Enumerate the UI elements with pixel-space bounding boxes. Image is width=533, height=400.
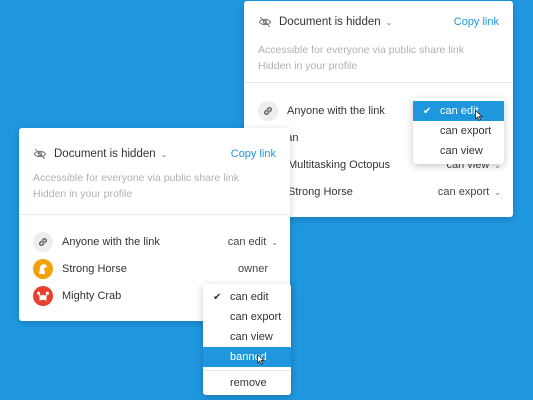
menu-item-can-view[interactable]: can view xyxy=(413,141,504,161)
share-row-anyone: Anyone with the link can edit ⌄ xyxy=(33,231,278,253)
share-row-name: Anyone with the link xyxy=(62,236,160,248)
link-icon xyxy=(33,232,53,252)
menu-item-can-edit[interactable]: ✔ can edit xyxy=(413,101,504,121)
visibility-description: Accessible for everyone via public share… xyxy=(33,170,276,202)
checkmark-icon: ✔ xyxy=(213,291,222,303)
eye-slash-icon xyxy=(33,148,47,160)
menu-item-can-edit[interactable]: ✔ can edit xyxy=(203,287,291,307)
chevron-down-icon[interactable]: ⌄ xyxy=(161,150,168,159)
visibility-dropdown[interactable]: Document is hidden xyxy=(54,148,156,160)
share-row-name: Anyone with the link xyxy=(287,105,385,117)
chevron-down-icon[interactable]: ⌄ xyxy=(386,18,393,27)
permission-label: can edit xyxy=(227,236,267,248)
permission-label: owner xyxy=(238,263,268,275)
share-row-name: Strong Horse xyxy=(288,186,353,198)
permission-dropdown[interactable]: can export ⌄ xyxy=(438,186,501,198)
copy-link-button[interactable]: Copy link xyxy=(231,148,276,160)
menu-divider xyxy=(203,370,291,371)
permission-label: can export xyxy=(437,186,490,198)
menu-item-can-view[interactable]: can view xyxy=(203,327,291,347)
divider xyxy=(244,82,513,83)
share-row-name: Multitasking Octopus xyxy=(288,159,391,171)
share-row-name: Mighty Crab xyxy=(62,290,122,302)
copy-link-button[interactable]: Copy link xyxy=(454,16,499,28)
menu-item-label: remove xyxy=(230,377,267,389)
share-row-horse: Strong Horse owner xyxy=(33,258,278,280)
horse-avatar-icon xyxy=(33,259,53,279)
mouse-cursor-icon xyxy=(257,354,265,365)
checkmark-icon: ✔ xyxy=(423,105,432,117)
share-row-name: Strong Horse xyxy=(62,263,127,275)
profile-note: Hidden in your profile xyxy=(258,60,358,72)
profile-note: Hidden in your profile xyxy=(33,188,133,200)
menu-item-label: can export xyxy=(440,125,492,137)
eye-slash-icon xyxy=(258,16,272,28)
mouse-cursor-icon xyxy=(475,110,483,121)
visibility-dropdown[interactable]: Document is hidden xyxy=(279,16,381,28)
menu-item-banned[interactable]: banned xyxy=(203,347,291,367)
public-link-note: Accessible for everyone via public share… xyxy=(33,172,240,184)
crab-avatar-icon xyxy=(33,286,53,306)
menu-item-can-export[interactable]: can export xyxy=(413,121,504,141)
panel-header: Document is hidden ⌄ Copy link xyxy=(258,13,499,31)
visibility-description: Accessible for everyone via public share… xyxy=(258,42,499,74)
menu-item-label: can export xyxy=(230,311,282,323)
public-link-note: Accessible for everyone via public share… xyxy=(258,44,465,56)
share-row-horse: Strong Horse can export ⌄ xyxy=(258,181,501,203)
menu-item-label: can view xyxy=(440,145,483,157)
permission-menu-front: ✔ can edit can export can view banned re… xyxy=(203,284,291,395)
divider xyxy=(19,214,290,215)
chevron-down-icon: ⌄ xyxy=(271,237,278,247)
chevron-down-icon: ⌄ xyxy=(494,187,501,197)
menu-item-can-export[interactable]: can export xyxy=(203,307,291,327)
link-icon xyxy=(258,101,278,121)
menu-item-remove[interactable]: remove xyxy=(203,373,291,393)
panel-header: Document is hidden ⌄ Copy link xyxy=(33,145,276,163)
permission-dropdown[interactable]: can edit ⌄ xyxy=(228,236,278,248)
menu-item-label: can view xyxy=(230,331,273,343)
permission-menu-back: ✔ can edit can export can view xyxy=(413,98,504,164)
menu-item-label: can edit xyxy=(230,291,269,303)
menu-item-label: can edit xyxy=(440,105,479,117)
